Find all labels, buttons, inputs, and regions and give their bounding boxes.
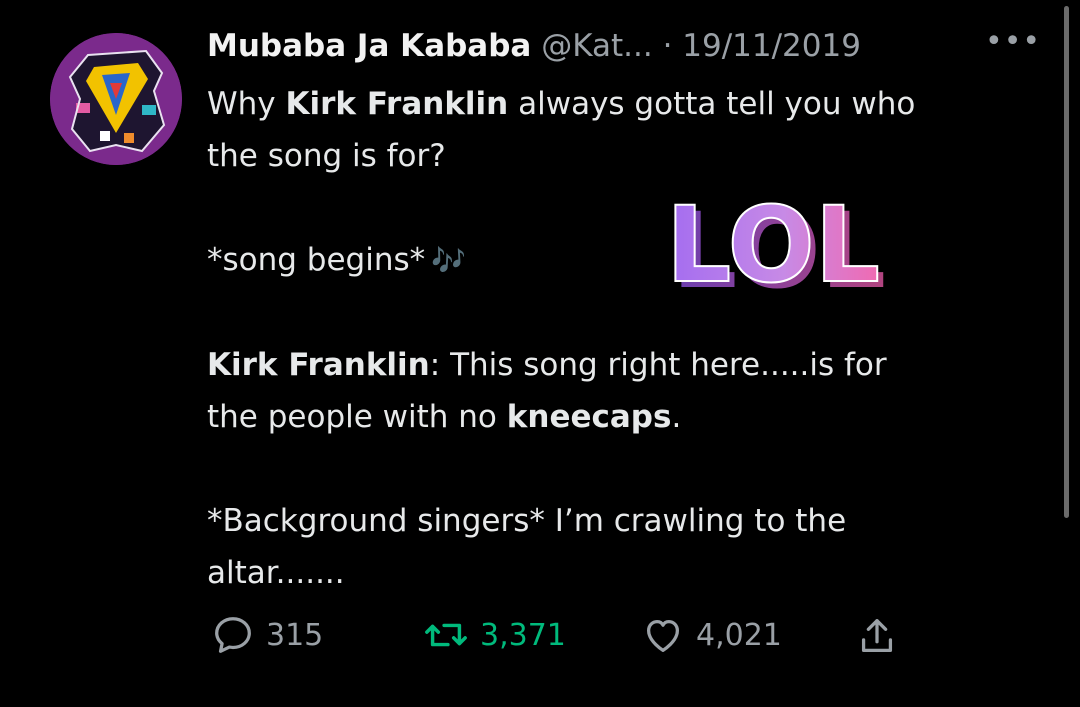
- lol-sticker-text: LOL: [666, 192, 880, 292]
- tweet-song-begins: *song begins* 🎶: [207, 242, 467, 278]
- share-icon: [861, 619, 893, 653]
- tweet-header: Mubaba Ja Kababa @Kat... · 19/11/2019: [207, 24, 861, 68]
- author-handle[interactable]: @Kat...: [541, 28, 653, 64]
- like-button[interactable]: 4,021: [640, 612, 782, 658]
- avatar-image: [50, 33, 182, 165]
- tweet-background-line: *Background singers* I’m crawling to the: [207, 503, 847, 539]
- tweet-date[interactable]: · 19/11/2019: [663, 28, 861, 64]
- tweet-people-line: the people with no kneecaps.: [207, 399, 682, 435]
- lol-sticker: LOL LOL: [665, 192, 886, 292]
- tweet-line-2: the song is for?: [207, 138, 446, 174]
- reply-button[interactable]: 315: [210, 612, 323, 658]
- reply-count: 315: [266, 617, 324, 653]
- like-count: 4,021: [696, 617, 782, 653]
- bold-kirk-label: Kirk Franklin: [207, 347, 430, 383]
- tweet-kirk-line: Kirk Franklin: This song right here.....…: [207, 347, 887, 383]
- author-name[interactable]: Mubaba Ja Kababa: [207, 28, 531, 64]
- scrollbar[interactable]: [1064, 6, 1069, 518]
- retweet-count: 3,371: [480, 617, 566, 653]
- more-options-icon[interactable]: •••: [985, 24, 1041, 59]
- tweet-text: Why Kirk Franklin always gotta tell you …: [207, 78, 1027, 599]
- share-button[interactable]: [854, 612, 910, 660]
- tweet-line-1: Why Kirk Franklin always gotta tell you …: [207, 86, 916, 122]
- retweet-icon: [425, 623, 467, 647]
- retweet-button[interactable]: 3,371: [422, 612, 566, 658]
- heart-icon: [646, 619, 680, 652]
- reply-icon: [215, 617, 251, 653]
- bold-kneecaps: kneecaps: [506, 399, 672, 435]
- tweet-altar-line: altar.......: [207, 555, 345, 591]
- avatar[interactable]: [50, 33, 182, 165]
- tweet-actions: 315 3,371 4,021: [210, 612, 1030, 664]
- bold-kirk-franklin: Kirk Franklin: [285, 86, 509, 122]
- music-notes-icon: 🎶: [431, 244, 467, 277]
